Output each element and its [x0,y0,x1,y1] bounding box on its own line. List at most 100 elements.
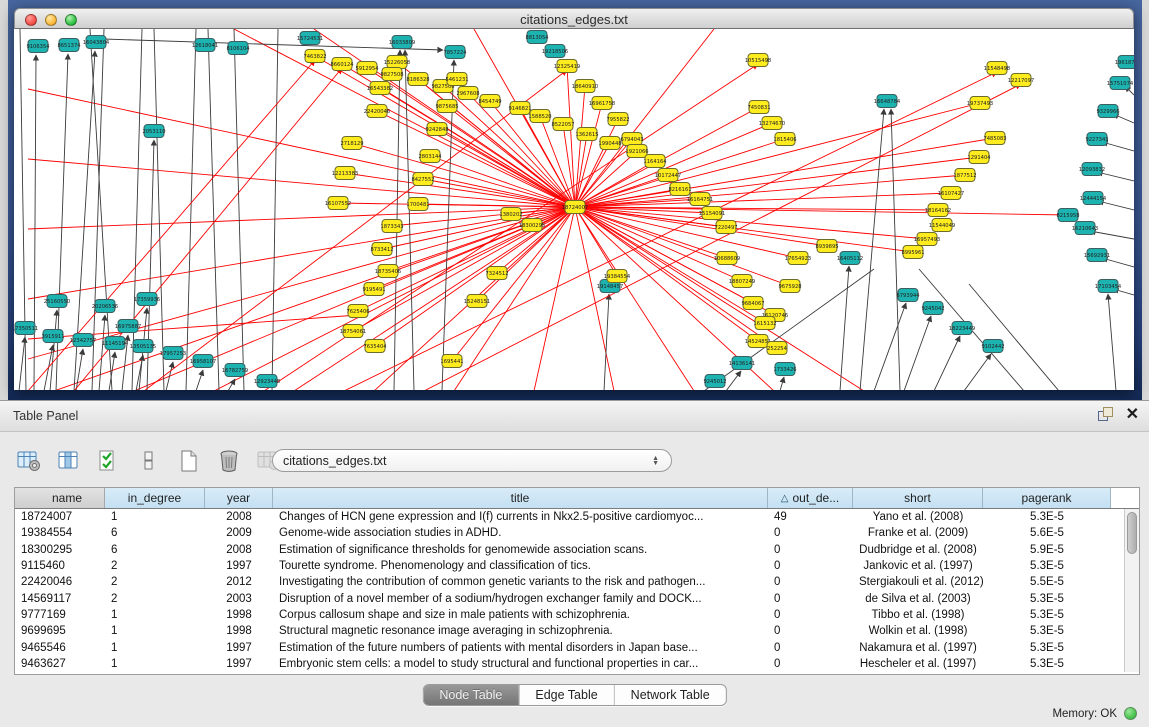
table-row[interactable]: 911546021997Tourette syndrome. Phenomeno… [15,558,1139,574]
tab-node-table[interactable]: Node Table [423,685,519,705]
graph-node[interactable]: 8454749 [478,95,501,108]
graph-edge[interactable] [196,370,203,390]
graph-node[interactable]: 15226058 [384,56,410,69]
network-canvas[interactable]: 9106354865137416043804126180418106104157… [14,29,1134,390]
table-row[interactable]: 1938455462009Genome-wide association stu… [15,525,1139,541]
graph-node[interactable]: 16975887 [115,320,141,333]
graph-edge[interactable] [1097,172,1134,181]
graph-edge[interactable] [1090,231,1134,239]
graph-node[interactable]: 9245012 [703,375,726,388]
graph-edge[interactable] [860,109,884,390]
graph-node[interactable]: 18735406 [375,265,401,278]
table-row[interactable]: 2242004622012Investigating the contribut… [15,574,1139,590]
graph-node[interactable]: 19737493 [967,97,993,110]
graph-node[interactable]: 7324512 [485,267,508,280]
graph-node[interactable]: 7485083 [983,132,1006,145]
graph-node[interactable]: 7463822 [303,50,326,63]
graph-node[interactable]: 9827508 [380,68,403,81]
graph-node[interactable]: 16648784 [874,95,901,108]
graph-node[interactable]: 16107552 [325,197,351,210]
graph-node[interactable]: 12093832 [1079,163,1105,176]
graph-node[interactable]: 9875685 [435,100,458,113]
graph-node[interactable]: 17957253 [160,347,186,360]
graph-edge[interactable] [28,207,575,229]
graph-node[interactable]: 16958107 [190,355,216,368]
graph-node[interactable]: 12217097 [1008,74,1034,87]
graph-node[interactable]: 2803144 [418,150,442,163]
graph-edge[interactable] [1108,294,1116,390]
graph-node[interactable]: 1733426 [773,363,796,376]
graph-node[interactable]: 17350511 [14,322,38,335]
graph-node[interactable]: 6794043 [620,133,643,146]
graph-node[interactable]: 25160550 [44,295,70,308]
graph-node[interactable]: 17359936 [134,293,160,306]
graph-node[interactable]: 12213383 [332,167,358,180]
new-table-icon[interactable] [174,447,204,475]
graph-node[interactable]: 8186328 [406,73,429,86]
graph-node[interactable]: 15724531 [297,32,323,45]
graph-node[interactable]: 1164164 [643,155,667,168]
graph-node[interactable]: 9242848 [425,123,448,136]
graph-node[interactable]: 1615132 [753,317,776,330]
table-row[interactable]: 946554611997Estimation of the future num… [15,639,1139,655]
graph-node[interactable]: 18300295 [519,219,545,232]
graph-node[interactable]: 12618041 [192,39,218,52]
graph-node[interactable]: 11544049 [929,219,955,232]
graph-edge[interactable] [50,310,57,390]
graph-node[interactable]: 16164751 [687,193,713,206]
graph-node[interactable]: 16210643 [1072,222,1098,235]
graph-node[interactable]: 16043804 [83,36,110,49]
graph-node[interactable]: 15248151 [464,295,490,308]
graph-node[interactable]: 1700481 [406,198,429,211]
graph-edge[interactable] [443,86,575,207]
graph-edge[interactable] [99,315,105,390]
graph-node[interactable]: 16957493 [914,233,940,246]
graph-edge[interactable] [969,284,1059,390]
graph-node[interactable]: 252254 [767,342,788,355]
graph-node[interactable]: 5912954 [355,62,379,75]
graph-edge[interactable] [604,294,609,390]
graph-node[interactable]: 7625406 [346,305,369,318]
graph-edge[interactable] [234,29,244,390]
graph-edge[interactable] [54,207,575,390]
table-scrollbar[interactable] [1124,509,1139,672]
graph-edge[interactable] [575,207,614,390]
close-panel-icon[interactable]: ✕ [1126,407,1139,423]
graph-node[interactable]: 12444154 [1080,192,1107,205]
table-row[interactable]: 1830029562008Estimation of significance … [15,542,1139,558]
graph-node[interactable]: 8522057 [551,118,574,131]
table-row[interactable]: 969969511998Structural magnetic resonanc… [15,623,1139,639]
column-header-year[interactable]: year [205,488,273,508]
graph-node[interactable]: 18640910 [572,80,598,93]
graph-node[interactable]: 9106354 [26,40,50,53]
graph-edge[interactable] [186,29,196,390]
graph-node[interactable]: 18807249 [729,275,755,288]
tab-network-table[interactable]: Network Table [615,685,726,705]
graph-node[interactable]: 16107427 [938,187,964,200]
graph-node[interactable]: 8995961 [901,246,924,259]
graph-edge[interactable] [20,29,26,390]
graph-edge[interactable] [166,362,173,390]
graph-node[interactable]: 7635404 [363,340,387,353]
graph-node[interactable]: 9245042 [921,302,944,315]
graph-node[interactable]: 1815406 [773,133,796,146]
graph-node[interactable]: 3915911 [41,330,64,343]
table-row[interactable]: 1872400712008Changes of HCN gene express… [15,509,1139,525]
graph-node[interactable]: 22420046 [364,105,390,118]
graph-node[interactable]: 10515498 [745,54,771,67]
graph-edge[interactable] [575,29,714,207]
graph-node[interactable]: 1873343 [380,220,403,233]
graph-node[interactable]: 9684067 [741,297,764,310]
column-view-icon[interactable] [134,447,164,475]
table-settings-icon[interactable] [14,447,44,475]
graph-node[interactable]: 9329966 [1096,105,1119,118]
graph-node[interactable]: 9102442 [981,340,1004,353]
graph-node[interactable]: 7955822 [606,113,629,126]
column-header-pagerank[interactable]: pagerank [983,488,1111,508]
column-header-short[interactable]: short [853,488,983,508]
column-header-title[interactable]: title [273,488,768,508]
table-row[interactable]: 977716911998Corpus callosum shape and si… [15,607,1139,623]
graph-node[interactable]: 8939895 [815,240,838,253]
table-scrollbar-thumb[interactable] [1127,512,1137,554]
graph-node[interactable]: 11548498 [984,62,1010,75]
